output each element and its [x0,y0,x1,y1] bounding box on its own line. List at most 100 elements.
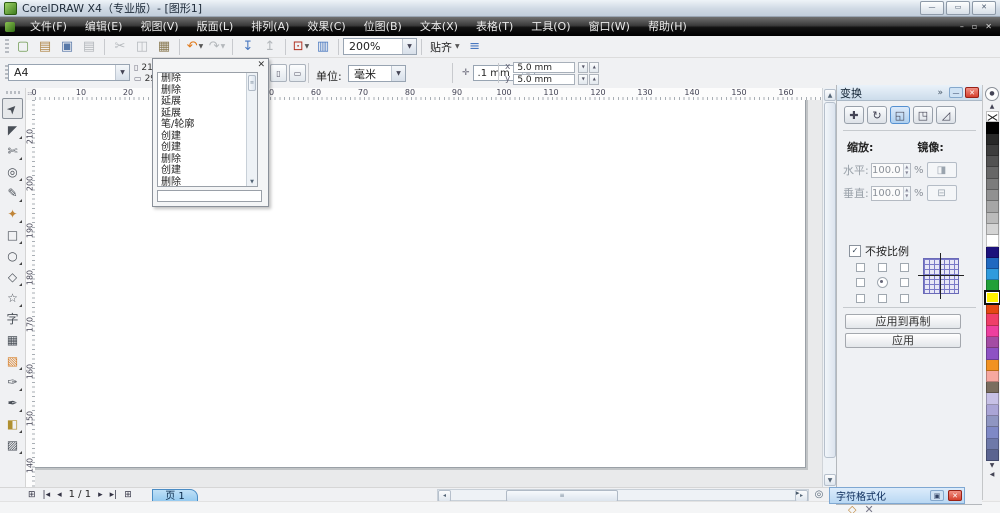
snap-to-menu[interactable]: 贴齐▼ [426,39,464,55]
duplicate-y-field[interactable]: 5.0 mm [513,74,575,85]
anchor-point-grid[interactable] [849,260,915,306]
anchor-checkbox[interactable] [878,294,887,303]
freehand-tool[interactable]: ✎ [2,182,23,203]
chevron-down-icon[interactable]: ▼ [391,66,405,81]
undo-list-item[interactable]: 笔/轮廓 [158,119,257,131]
menu-效果C[interactable]: 效果(C) [298,17,354,36]
menu-帮助H[interactable]: 帮助(H) [639,17,696,36]
transform-position-button[interactable]: ✚ [844,106,864,124]
color-swatch[interactable] [986,314,999,325]
transform-rotate-button[interactable]: ↻ [867,106,887,124]
save-document-button[interactable]: ▣ [56,38,78,56]
color-swatch[interactable] [986,269,999,280]
duplicate-x-spinner[interactable]: ▼▲ [578,62,599,73]
anchor-checkbox[interactable] [878,263,887,272]
undo-list-item[interactable]: 创建 [158,142,257,154]
undo-scroll-thumb[interactable]: ≡ [248,75,256,91]
next-page-button[interactable]: ▸ [98,490,103,500]
toolbox-drag-handle[interactable] [6,91,20,94]
color-swatch[interactable] [986,235,999,246]
blend-tool[interactable]: ▧ [2,350,23,371]
polygon-tool[interactable]: ◇ [2,266,23,287]
toolbar-drag-handle[interactable] [5,39,9,55]
menu-表格T[interactable]: 表格(T) [467,17,522,36]
paste-button[interactable]: ▦ [153,38,175,56]
doc-close-button[interactable]: ✕ [985,17,992,36]
undo-list-item[interactable]: 删除 [158,177,257,188]
scroll-down-icon[interactable]: ▼ [248,179,256,185]
application-launcher-button[interactable]: ⊡▼ [290,38,312,56]
zoom-search-icon[interactable]: ◎ [811,487,827,502]
undo-list-scrollbar[interactable]: ≡ ▼ [246,73,257,186]
transform-scale-mirror-button[interactable]: ◱ [890,106,910,124]
vertical-scrollbar[interactable]: ▲ ▼ [822,88,837,487]
color-swatch[interactable] [986,427,999,438]
palette-flyout-button[interactable]: ● [985,87,999,101]
color-swatch[interactable] [986,450,999,461]
menu-窗口W[interactable]: 窗口(W) [580,17,639,36]
scale-horizontal-field[interactable]: 100.0 ▲▼ [871,163,911,178]
color-swatch[interactable] [986,348,999,359]
previous-page-button[interactable]: ◂ [57,490,62,500]
duplicate-x-field[interactable]: 5.0 mm [513,62,575,73]
duplicate-y-spinner[interactable]: ▼▲ [578,74,599,85]
transform-size-button[interactable]: ◳ [913,106,933,124]
color-swatch[interactable] [986,393,999,404]
color-swatch[interactable] [986,213,999,224]
palette-scroll-down-icon[interactable]: ▼ [986,461,999,470]
anchor-center-radio[interactable] [877,277,888,288]
color-swatch[interactable] [986,280,999,291]
menu-排列A[interactable]: 排列(A) [242,17,298,36]
text-tool[interactable]: 字 [2,308,23,329]
menu-工具O[interactable]: 工具(O) [522,17,579,36]
palette-scroll-up-icon[interactable]: ▲ [986,102,999,111]
anchor-checkbox[interactable] [856,278,865,287]
menu-位图B[interactable]: 位图(B) [355,17,411,36]
add-page-button[interactable]: ⊞ [28,490,36,500]
landscape-button[interactable]: ▭ [289,64,306,82]
no-color-swatch[interactable] [986,111,999,122]
undo-button[interactable]: ↶▼ [184,38,206,56]
crop-tool[interactable]: ✄ [2,140,23,161]
drawing-page[interactable] [35,100,806,468]
portrait-button[interactable]: ▯ [270,64,287,82]
spinner[interactable]: ▲▼ [903,164,910,177]
color-swatch[interactable] [986,439,999,450]
ellipse-tool[interactable]: ○ [2,245,23,266]
doc-restore-button[interactable]: ▫ [972,17,977,36]
chevron-down-icon[interactable]: ▼ [402,39,416,54]
docker-minimize-button[interactable]: — [949,87,963,98]
color-swatch[interactable] [986,201,999,212]
spinner[interactable]: ▲▼ [903,187,910,200]
anchor-checkbox[interactable] [900,263,909,272]
color-swatch[interactable] [986,292,999,303]
undo-list-item[interactable]: 延展 [158,96,257,108]
color-swatch[interactable] [986,224,999,235]
color-swatch[interactable] [986,416,999,427]
zoom-level-combo[interactable]: 200%▼ [343,38,417,55]
docker-close-button[interactable]: ✕ [965,87,979,98]
color-swatch[interactable] [986,326,999,337]
chevron-down-icon[interactable]: ▼ [199,43,204,50]
menu-编辑E[interactable]: 编辑(E) [76,17,132,36]
window-minimize-button[interactable]: — [920,1,944,15]
mirror-vertical-button[interactable]: ⊟ [927,185,957,201]
scale-vertical-field[interactable]: 100.0 ▲▼ [871,186,911,201]
color-swatch[interactable] [986,190,999,201]
non-proportional-checkbox[interactable]: ✓ [849,245,861,257]
interactive-fill-tool[interactable]: ▨ [2,434,23,455]
undo-list-item[interactable]: 延展 [158,108,257,120]
corel-welcome-button[interactable]: ▥ [312,38,334,56]
palette-expand-icon[interactable]: ◀ [986,470,999,479]
color-swatch[interactable] [986,258,999,269]
docker-restore-button[interactable]: ▣ [930,490,944,501]
chevron-down-icon[interactable]: ▼ [305,43,310,50]
last-page-button[interactable]: ▸| [110,490,118,500]
menu-文本X[interactable]: 文本(X) [411,17,467,36]
menu-版面L[interactable]: 版面(L) [188,17,243,36]
horizontal-scrollbar[interactable]: ◂ ≡ ▸ [437,489,809,501]
color-swatch[interactable] [986,303,999,314]
undo-list-item[interactable]: 创建 [158,131,257,143]
color-swatch[interactable] [986,337,999,348]
scroll-right-icon[interactable]: ▸ [796,489,800,497]
